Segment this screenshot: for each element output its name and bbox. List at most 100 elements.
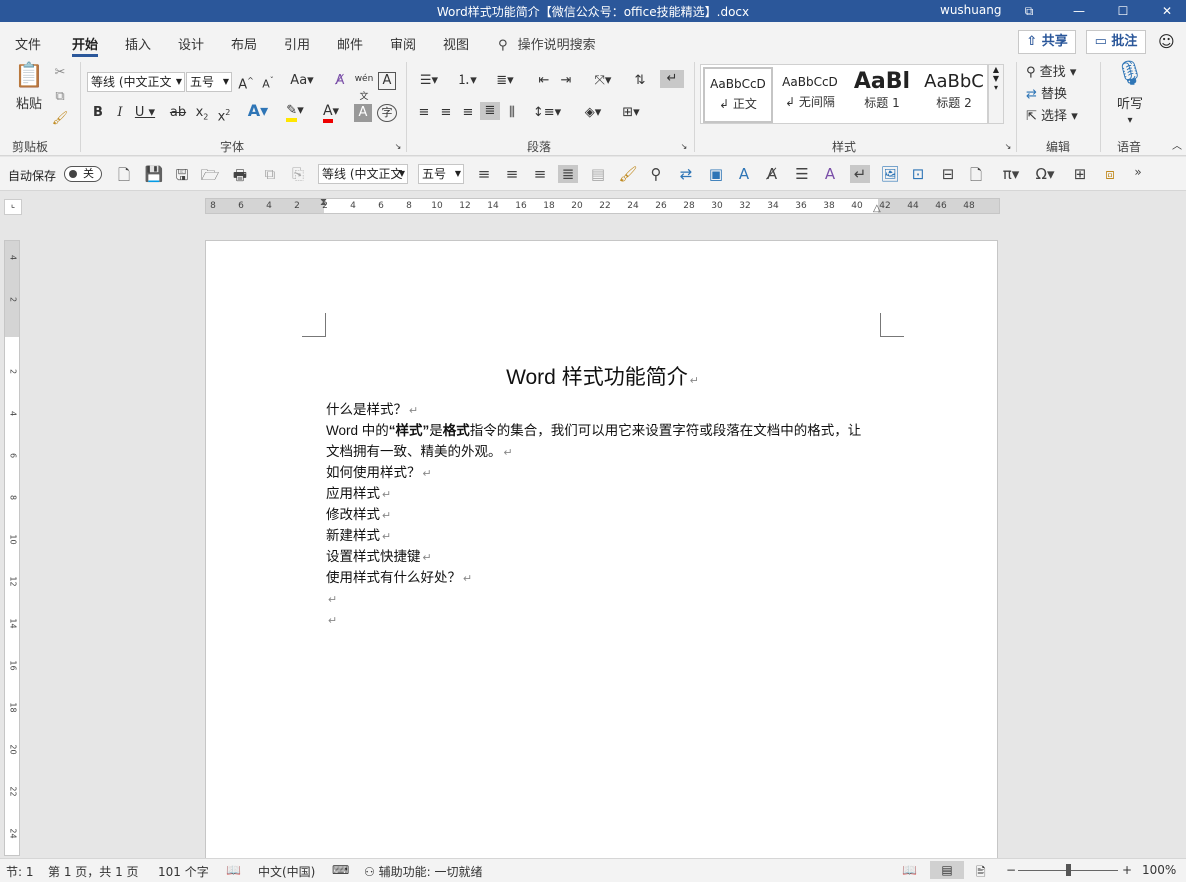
styles-dialog-launcher-icon[interactable]: ↘ <box>1002 138 1014 156</box>
text-effects-icon[interactable]: A▾ <box>244 102 272 120</box>
align-center-icon[interactable]: ≡ <box>502 165 522 183</box>
print-preview-icon[interactable]: 🖶 <box>230 165 250 190</box>
sort-icon[interactable]: ⇅ <box>630 72 650 90</box>
document-paragraph[interactable]: 修改样式 ↵ <box>326 504 886 527</box>
indent-marker[interactable]: ⧗ <box>320 197 327 208</box>
qat-font-size-combo[interactable]: 五号 ▼ <box>418 164 464 184</box>
tab-home[interactable]: 开始 <box>72 34 99 57</box>
highlight-color-icon[interactable]: ✎▾ <box>280 102 310 122</box>
insert-text-box-icon[interactable]: ⊡ <box>908 165 928 183</box>
styles-pane-icon[interactable]: A <box>820 165 840 183</box>
document-paragraph[interactable]: 新建样式 ↵ <box>326 525 886 548</box>
text-effects-icon[interactable]: A <box>734 165 754 183</box>
chinese-layout-icon[interactable]: ⤧▾ <box>588 72 618 90</box>
subscript-icon[interactable]: x2 <box>193 104 211 127</box>
minimize-icon[interactable]: — <box>1060 0 1098 22</box>
align-left-icon[interactable]: ≡ <box>474 165 494 183</box>
align-right-icon[interactable]: ≡ <box>530 165 550 183</box>
document-paragraph[interactable]: 什么是样式？ ↵ <box>326 399 886 422</box>
tab-design[interactable]: 设计 <box>178 34 204 53</box>
font-dialog-launcher-icon[interactable]: ↘ <box>392 138 404 156</box>
document-paragraph[interactable]: 如何使用样式？ ↵ <box>326 462 886 485</box>
numbering-icon[interactable]: ⒈▾ <box>452 72 482 90</box>
tab-file[interactable]: 文件 <box>15 34 41 53</box>
replace-icon[interactable]: ⇄ <box>676 165 696 183</box>
collapse-ribbon-icon[interactable]: ︿ <box>1170 138 1184 156</box>
new-document-icon[interactable]: 🗋 <box>114 165 134 190</box>
input-mode-icon[interactable]: ⌨ <box>332 863 349 877</box>
copy-icon[interactable]: ⧉ <box>50 88 70 106</box>
document-heading[interactable]: Word 样式功能简介 ↵ <box>206 361 999 391</box>
tab-selector[interactable]: ⌞ <box>4 199 22 215</box>
paste-special-icon[interactable]: ⎘ <box>288 165 308 183</box>
change-case-icon[interactable]: Aa▾ <box>287 72 317 90</box>
comments-button[interactable]: ▭ 批注 <box>1086 30 1146 54</box>
chevron-down-icon[interactable]: ▾ <box>1120 112 1140 130</box>
ribbon-display-options-icon[interactable]: ⧉ <box>1010 0 1048 22</box>
enclose-characters-icon[interactable]: 字 <box>377 104 397 122</box>
zoom-in-icon[interactable]: + <box>1122 863 1132 877</box>
decrease-indent-icon[interactable]: ⇤ <box>534 72 554 90</box>
text-box-icon[interactable]: ▣ <box>706 165 726 183</box>
italic-icon[interactable]: I <box>112 104 128 122</box>
phonetic-guide-icon[interactable]: wén 文 <box>354 70 374 106</box>
select-button[interactable]: ⇱ 选择 ▾ <box>1026 108 1090 126</box>
style-normal[interactable]: AaBbCcD ↲ 正文 <box>703 67 773 123</box>
tab-review[interactable]: 审阅 <box>390 34 416 53</box>
share-button[interactable]: ⇧ 共享 <box>1018 30 1076 54</box>
style-no-spacing[interactable]: AaBbCcD ↲ 无间隔 <box>775 67 845 123</box>
equation-icon[interactable]: π▾ <box>996 165 1026 183</box>
shrink-font-icon[interactable]: Aˇ <box>259 72 277 94</box>
microphone-icon[interactable]: 🎙 <box>1112 61 1148 85</box>
picture-icon[interactable]: 🖼 <box>880 165 900 183</box>
tab-insert[interactable]: 插入 <box>125 34 151 53</box>
bold-icon[interactable]: B <box>90 104 106 122</box>
save-as-icon[interactable]: 🖫 <box>172 165 192 190</box>
format-painter-icon[interactable]: 🖌 <box>50 110 70 128</box>
document-paragraph[interactable]: 使用样式有什么好处？ ↵ <box>326 567 886 590</box>
style-heading-1[interactable]: AaBl 标题 1 <box>847 67 917 123</box>
show-marks-icon[interactable]: ↵ <box>850 165 870 183</box>
section-indicator[interactable]: 节: 1 <box>6 863 34 880</box>
paste-icon[interactable]: 📋 <box>12 63 46 94</box>
autosave-toggle[interactable]: 关 <box>64 166 102 182</box>
qat-font-name-combo[interactable]: 等线 (中文正文 ▼ <box>318 164 408 184</box>
align-center-icon[interactable]: ≡ <box>436 104 456 122</box>
distributed-icon[interactable]: ⫼ <box>502 104 522 122</box>
clear-formatting-icon[interactable]: A̸ <box>330 72 350 90</box>
vertical-ruler[interactable]: 4 2 2 4 6 8 10 12 14 16 18 20 22 24 <box>4 240 20 856</box>
document-paragraph[interactable]: Word 中的“样式”是格式指令的集合，我们可以用它来设置字符或段落在文档中的格… <box>326 420 886 441</box>
blank-page-icon[interactable]: 🗋 <box>966 165 986 190</box>
cut-icon[interactable]: ✂ <box>50 64 70 82</box>
proofing-icon[interactable]: 📖 <box>226 863 241 877</box>
format-painter-icon[interactable]: 🖌 <box>618 165 638 183</box>
wrap-text-icon[interactable]: ☰ <box>792 165 812 183</box>
close-icon[interactable]: ✕ <box>1148 0 1186 22</box>
underline-icon[interactable]: U ▾ <box>133 104 157 122</box>
distributed-icon[interactable]: ▤ <box>588 165 608 183</box>
find-icon[interactable]: ⚲ <box>646 165 666 183</box>
maximize-icon[interactable]: ☐ <box>1104 0 1142 22</box>
table-icon[interactable]: ⊞ <box>1070 165 1090 183</box>
clear-formatting-icon[interactable]: A̸ <box>762 165 782 183</box>
right-indent-marker[interactable]: △ <box>873 203 881 214</box>
font-size-combo[interactable]: 五号 ▼ <box>186 72 232 92</box>
zoom-out-icon[interactable]: − <box>1006 863 1016 877</box>
tab-references[interactable]: 引用 <box>284 34 310 53</box>
feedback-smiley-icon[interactable]: ☺ <box>1158 32 1175 51</box>
multilevel-list-icon[interactable]: ≣▾ <box>490 72 520 90</box>
more-commands-icon[interactable]: » <box>1128 165 1148 179</box>
shading-icon[interactable]: ◈▾ <box>578 104 608 122</box>
increase-indent-icon[interactable]: ⇥ <box>556 72 576 90</box>
user-name[interactable]: wushuang <box>940 3 1001 17</box>
align-left-icon[interactable]: ≡ <box>414 104 434 122</box>
zoom-level[interactable]: 100% <box>1142 863 1176 877</box>
accessibility-status[interactable]: ⚇ 辅助功能: 一切就绪 <box>364 863 482 880</box>
style-heading-2[interactable]: AaBbC 标题 2 <box>919 67 989 123</box>
word-count[interactable]: 101 个字 <box>158 863 209 880</box>
bullets-icon[interactable]: ☰▾ <box>414 72 444 90</box>
justify-icon[interactable]: ≣ <box>558 165 578 183</box>
show-marks-icon[interactable]: ↵ <box>660 70 684 88</box>
character-shading-icon[interactable]: A <box>354 104 372 122</box>
document-paragraph[interactable]: 应用样式 ↵ <box>326 483 886 506</box>
